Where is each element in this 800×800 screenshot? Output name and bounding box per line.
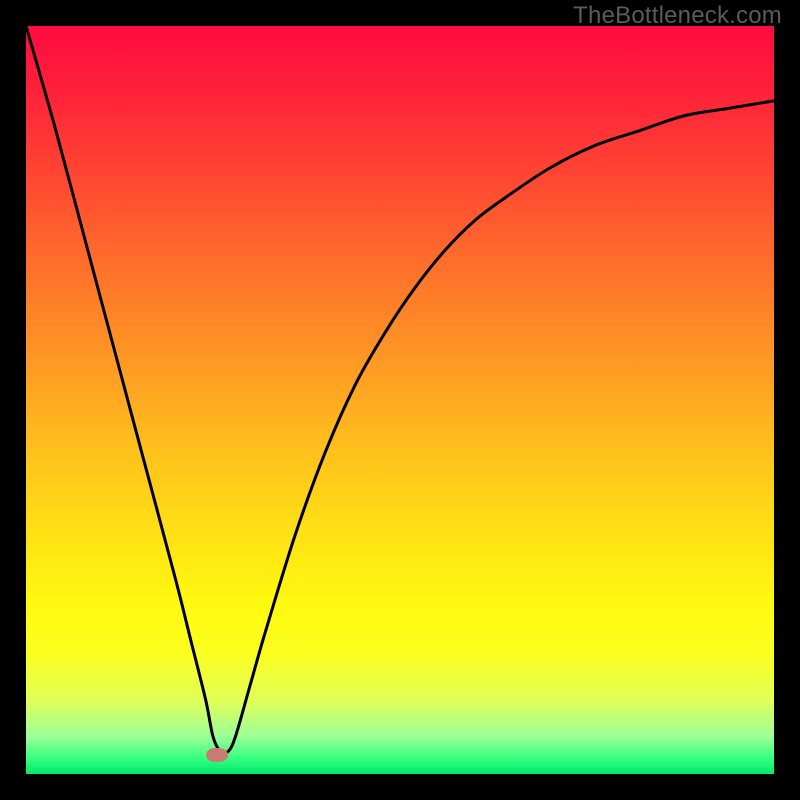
bottleneck-curve-path	[26, 26, 774, 753]
curve-svg	[26, 26, 774, 774]
chart-frame: TheBottleneck.com	[0, 0, 800, 800]
minimum-marker	[206, 748, 228, 762]
plot-area	[26, 26, 774, 774]
